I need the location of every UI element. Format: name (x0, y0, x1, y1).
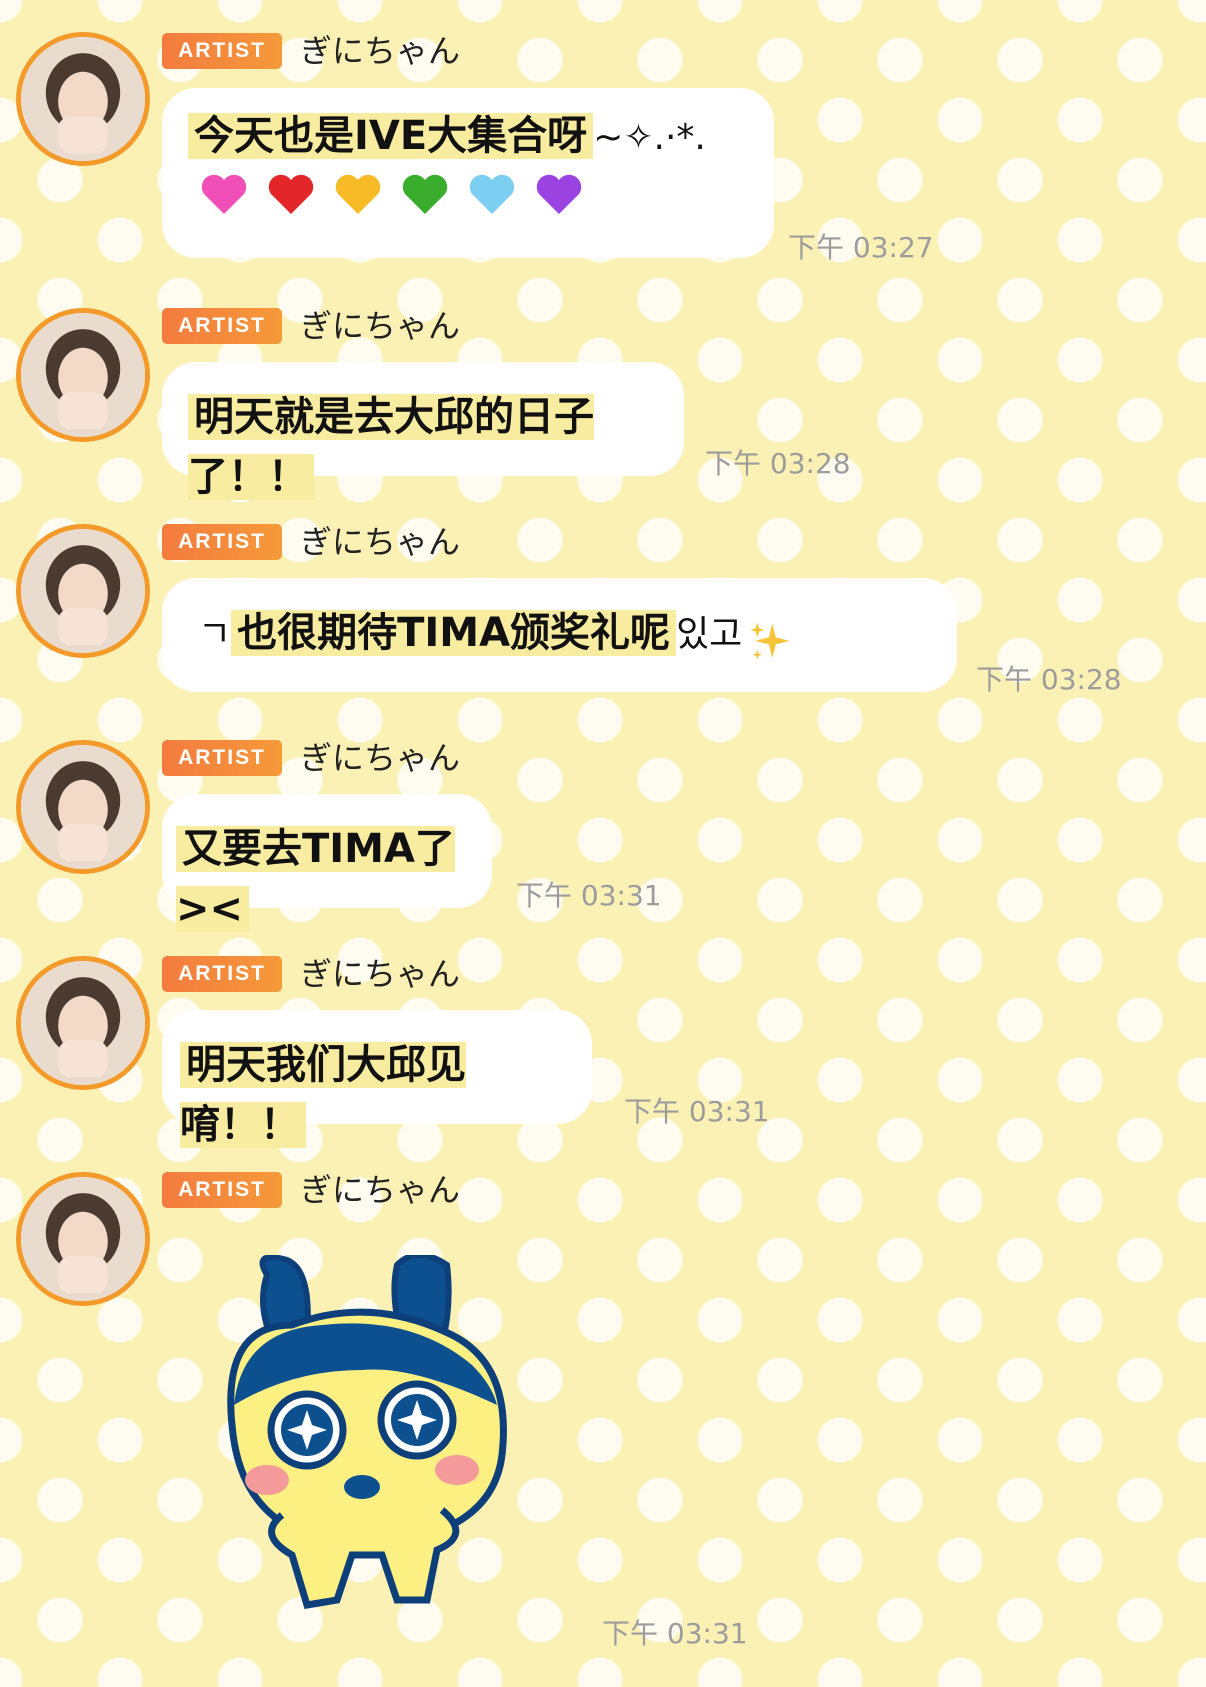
avatar[interactable] (16, 956, 150, 1090)
avatar-photo (21, 1177, 145, 1301)
message-bubble[interactable]: 又要去TIMA了>< (162, 794, 492, 932)
hearts-row (188, 172, 748, 220)
purple-heart-icon (537, 174, 582, 214)
artist-badge: ARTIST (162, 33, 282, 69)
avatar-photo (21, 313, 145, 437)
message-text: 明天就是去大邱的日子了！！ (188, 394, 594, 500)
pink-heart-icon (201, 174, 247, 214)
sender-name: ぎにちゃん (300, 523, 461, 561)
timestamp: 下午 03:31 (516, 879, 662, 912)
message-bubble[interactable]: 明天就是去大邱的日子了！！ (162, 362, 684, 500)
sparkles-icon (750, 621, 790, 659)
avatar-photo (21, 529, 145, 653)
avatar-photo (21, 745, 145, 869)
tamagotchi-sticker[interactable] (212, 1255, 532, 1615)
timestamp: 下午 03:31 (624, 1095, 770, 1128)
message-bubble[interactable]: ㄱ也很期待TIMA颁奖礼呢 있고 (162, 578, 957, 692)
message-text: 又要去TIMA了>< (176, 826, 455, 932)
artist-badge: ARTIST (162, 308, 282, 344)
blue-heart-icon (470, 174, 515, 214)
message-text: 也很期待TIMA颁奖礼呢 (231, 610, 677, 656)
avatar[interactable] (16, 308, 150, 442)
timestamp: 下午 03:28 (705, 447, 851, 480)
timestamp: 下午 03:28 (976, 663, 1122, 696)
message-suffix: 있고 (676, 614, 743, 655)
avatar[interactable] (16, 32, 150, 166)
message-text: 明天我们大邱见唷！！ (180, 1042, 466, 1148)
message-prefix: ㄱ (198, 614, 232, 655)
avatar[interactable] (16, 740, 150, 874)
avatar-photo (21, 37, 145, 161)
artist-badge: ARTIST (162, 956, 282, 992)
sender-name: ぎにちゃん (300, 739, 461, 777)
sender-name: ぎにちゃん (300, 32, 461, 70)
artist-badge: ARTIST (162, 740, 282, 776)
message-bubble[interactable]: 明天我们大邱见唷！！ (162, 1010, 592, 1148)
avatar[interactable] (16, 524, 150, 658)
sender-name: ぎにちゃん (300, 1171, 461, 1209)
avatar[interactable] (16, 1172, 150, 1306)
message-bubble[interactable]: 今天也是IVE大集合呀 ~✧.·*. (162, 88, 774, 258)
sender-name: ぎにちゃん (300, 955, 461, 993)
message-suffix: ~✧.·*. (593, 117, 706, 158)
message-text: 今天也是IVE大集合呀 (188, 113, 594, 159)
artist-badge: ARTIST (162, 524, 282, 560)
timestamp: 下午 03:31 (602, 1617, 748, 1650)
artist-badge: ARTIST (162, 1172, 282, 1208)
timestamp: 下午 03:27 (788, 231, 934, 264)
yellow-heart-icon (335, 174, 381, 214)
red-heart-icon (268, 174, 314, 214)
green-heart-icon (403, 174, 448, 214)
sender-name: ぎにちゃん (300, 307, 461, 345)
avatar-photo (21, 961, 145, 1085)
